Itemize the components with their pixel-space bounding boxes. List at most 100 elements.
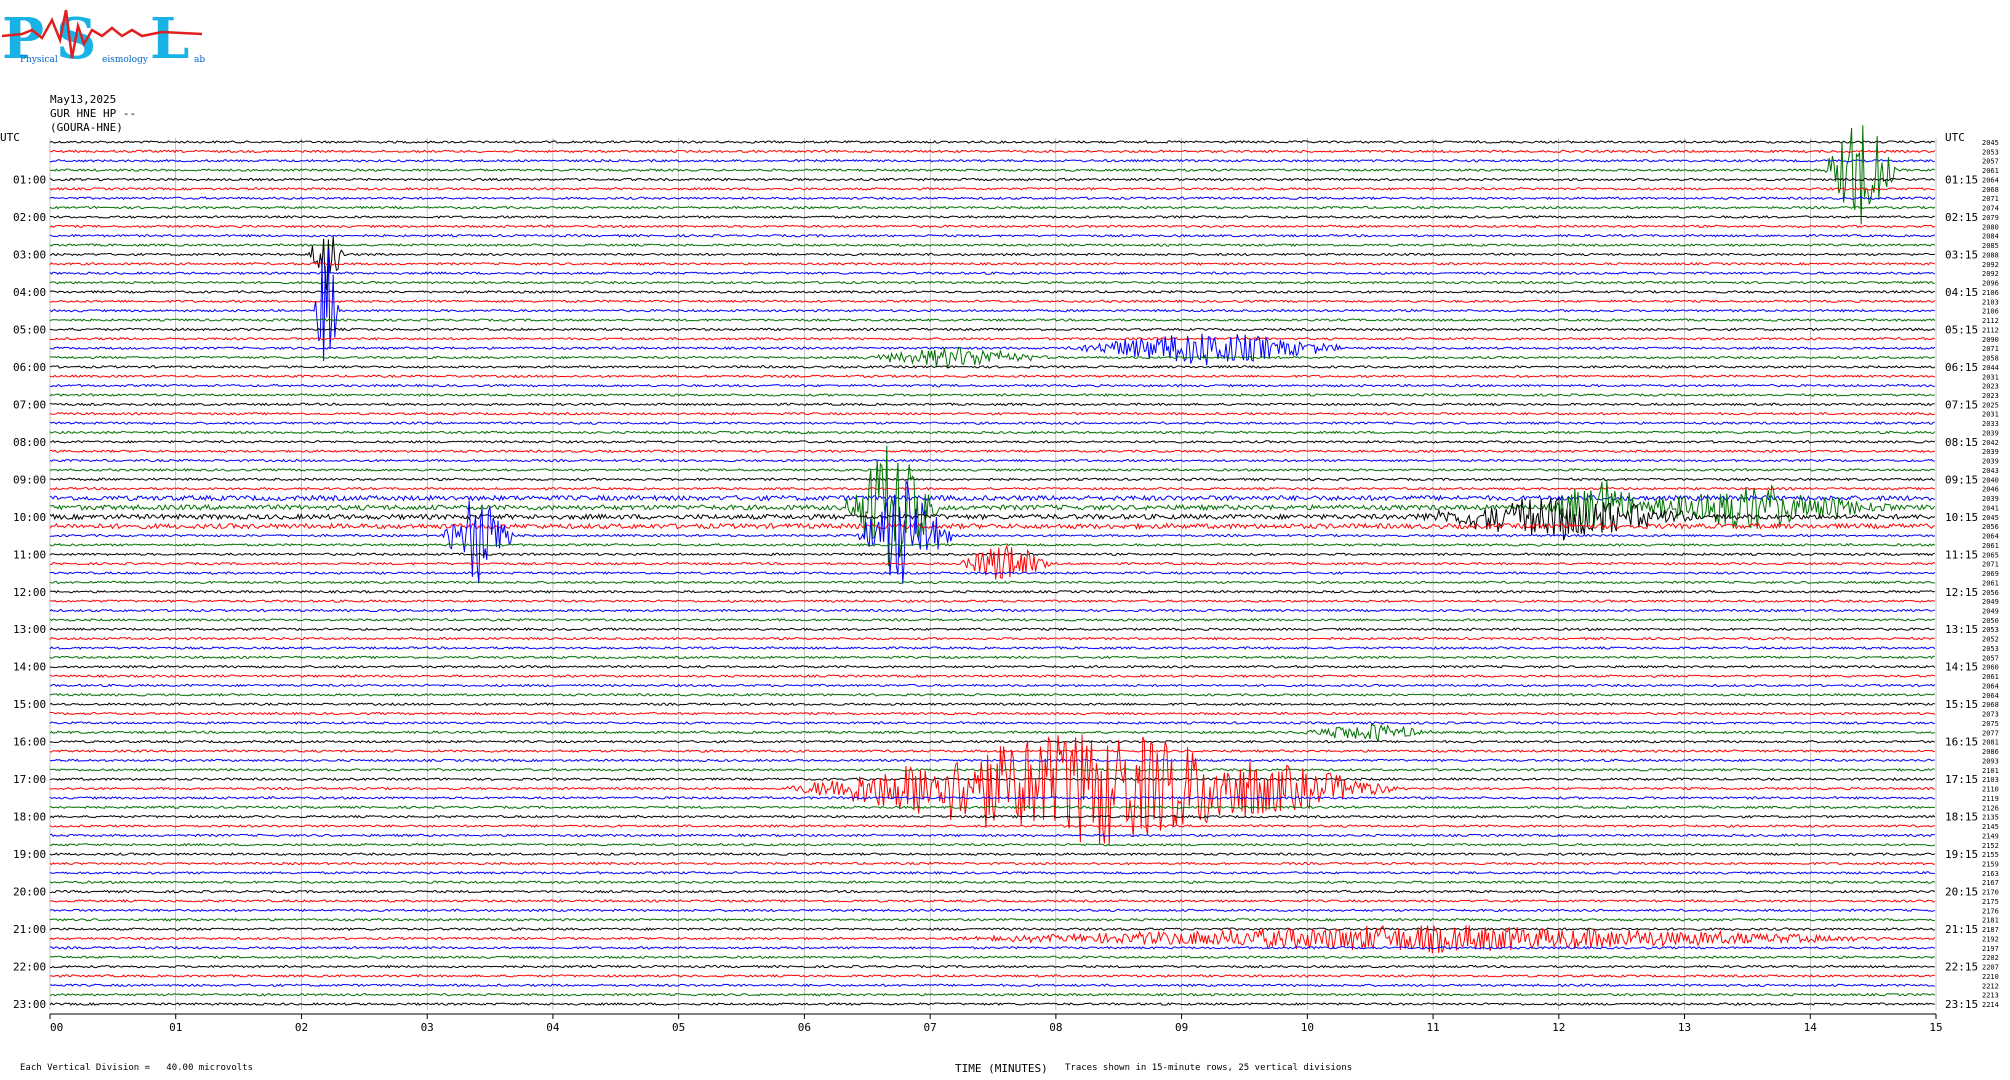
row-value-label: 2045 bbox=[1982, 514, 1999, 522]
trace-line bbox=[49, 430, 1936, 435]
row-value-label: 2050 bbox=[1982, 617, 1999, 625]
trace-line bbox=[49, 364, 1936, 369]
row-value-label: 2057 bbox=[1982, 158, 1999, 166]
trace-line bbox=[49, 486, 1935, 491]
row-value-label: 2071 bbox=[1982, 561, 1999, 569]
left-axis-title: UTC bbox=[0, 131, 20, 144]
trace-line bbox=[49, 927, 1935, 931]
hour-label-right: 21:15 bbox=[1945, 923, 1978, 936]
hour-label-right: 19:15 bbox=[1945, 848, 1978, 861]
row-value-label: 2045 bbox=[1982, 139, 1999, 147]
x-tick-label: 12 bbox=[1552, 1021, 1565, 1034]
hour-label-right: 03:15 bbox=[1945, 248, 1978, 261]
trace-line bbox=[49, 777, 1935, 781]
row-value-label: 2057 bbox=[1982, 654, 1999, 662]
hour-label-left: 09:00 bbox=[13, 473, 46, 486]
hour-label-left: 06:00 bbox=[13, 361, 46, 374]
trace-line bbox=[49, 824, 1935, 828]
row-value-label: 2033 bbox=[1982, 420, 1999, 428]
hour-label-left: 19:00 bbox=[13, 848, 46, 861]
trace-line bbox=[49, 655, 1935, 660]
trace-line bbox=[49, 608, 1936, 613]
row-value-label: 2073 bbox=[1982, 711, 1999, 719]
row-value-label: 2053 bbox=[1982, 148, 1999, 156]
row-value-label: 2039 bbox=[1982, 458, 1999, 466]
row-value-label: 2069 bbox=[1982, 570, 1999, 578]
row-value-label: 2106 bbox=[1982, 308, 1999, 316]
hour-label-left: 11:00 bbox=[13, 548, 46, 561]
time-axis-label: TIME (MINUTES) bbox=[955, 1062, 1048, 1075]
row-value-label: 2112 bbox=[1982, 326, 1999, 334]
traces-note: Traces shown in 15-minute rows, 25 verti… bbox=[1065, 1063, 1353, 1073]
row-value-label: 2039 bbox=[1982, 429, 1999, 437]
row-value-label: 2052 bbox=[1982, 636, 1999, 644]
row-value-label: 2093 bbox=[1982, 757, 1999, 765]
trace-line bbox=[49, 871, 1935, 875]
trace-line bbox=[49, 140, 1935, 144]
row-value-label: 2167 bbox=[1982, 879, 1999, 887]
trace-line bbox=[49, 186, 1935, 191]
row-value-label: 2056 bbox=[1982, 523, 1999, 531]
hour-label-left: 10:00 bbox=[13, 511, 46, 524]
hour-label-right: 22:15 bbox=[1945, 961, 1978, 974]
row-value-label: 2060 bbox=[1982, 664, 1999, 672]
row-value-label: 2159 bbox=[1982, 860, 1999, 868]
row-value-label: 2088 bbox=[1982, 251, 1999, 259]
hour-label-right: 13:15 bbox=[1945, 623, 1978, 636]
hour-label-right: 07:15 bbox=[1945, 398, 1978, 411]
row-value-label: 2023 bbox=[1982, 392, 1999, 400]
hour-label-left: 08:00 bbox=[13, 436, 46, 449]
row-value-label: 2152 bbox=[1982, 842, 1999, 850]
trace-line bbox=[49, 842, 1936, 847]
row-value-label: 2207 bbox=[1982, 964, 1999, 972]
x-tick-label: 02 bbox=[295, 1021, 308, 1034]
row-value-label: 2061 bbox=[1982, 673, 1999, 681]
row-value-label: 2039 bbox=[1982, 448, 1999, 456]
row-value-label: 2213 bbox=[1982, 992, 1999, 1000]
hour-label-left: 13:00 bbox=[13, 623, 46, 636]
hour-label-right: 16:15 bbox=[1945, 736, 1978, 749]
row-value-label: 2058 bbox=[1982, 355, 1999, 363]
trace-line bbox=[49, 852, 1936, 856]
row-value-label: 2096 bbox=[1982, 280, 1999, 288]
x-tick-label: 05 bbox=[672, 1021, 685, 1034]
trace-line bbox=[49, 580, 1935, 585]
row-value-label: 2103 bbox=[1982, 298, 1999, 306]
row-value-label: 2135 bbox=[1982, 814, 1999, 822]
trace-line bbox=[49, 955, 1935, 960]
trace-line bbox=[49, 544, 1935, 580]
trace-line bbox=[49, 383, 1935, 388]
hour-label-right: 04:15 bbox=[1945, 286, 1978, 299]
row-value-label: 2092 bbox=[1982, 270, 1999, 278]
row-value-label: 2181 bbox=[1982, 917, 1999, 925]
hour-label-right: 17:15 bbox=[1945, 773, 1978, 786]
trace-line bbox=[49, 421, 1935, 425]
trace-line bbox=[49, 402, 1935, 407]
hour-label-left: 03:00 bbox=[13, 248, 46, 261]
trace-line bbox=[49, 494, 1935, 502]
trace-line bbox=[49, 945, 1935, 950]
row-value-label: 2175 bbox=[1982, 898, 1999, 906]
trace-line bbox=[49, 196, 1936, 201]
trace-line bbox=[49, 1002, 1935, 1006]
row-value-label: 2145 bbox=[1982, 823, 1999, 831]
x-tick-label: 06 bbox=[798, 1021, 811, 1034]
trace-line bbox=[49, 739, 1936, 744]
trace-line bbox=[49, 814, 1936, 819]
trace-line bbox=[49, 318, 1936, 322]
helicorder-plot: 2045205320572061206420682071207420792080… bbox=[0, 125, 1999, 1034]
hour-label-right: 11:15 bbox=[1945, 548, 1978, 561]
trace-line bbox=[49, 721, 1935, 725]
x-tick-label: 00 bbox=[50, 1021, 63, 1034]
row-value-label: 2042 bbox=[1982, 439, 1999, 447]
row-value-label: 2061 bbox=[1982, 579, 1999, 587]
row-value-label: 2023 bbox=[1982, 383, 1999, 391]
hour-label-right: 09:15 bbox=[1945, 473, 1978, 486]
hour-label-left: 17:00 bbox=[13, 773, 46, 786]
hour-label-left: 20:00 bbox=[13, 886, 46, 899]
x-tick-label: 15 bbox=[1929, 1021, 1942, 1034]
row-value-label: 2077 bbox=[1982, 729, 1999, 737]
trace-line bbox=[49, 571, 1936, 575]
hour-label-right: 06:15 bbox=[1945, 361, 1978, 374]
hour-label-right: 20:15 bbox=[1945, 886, 1978, 899]
